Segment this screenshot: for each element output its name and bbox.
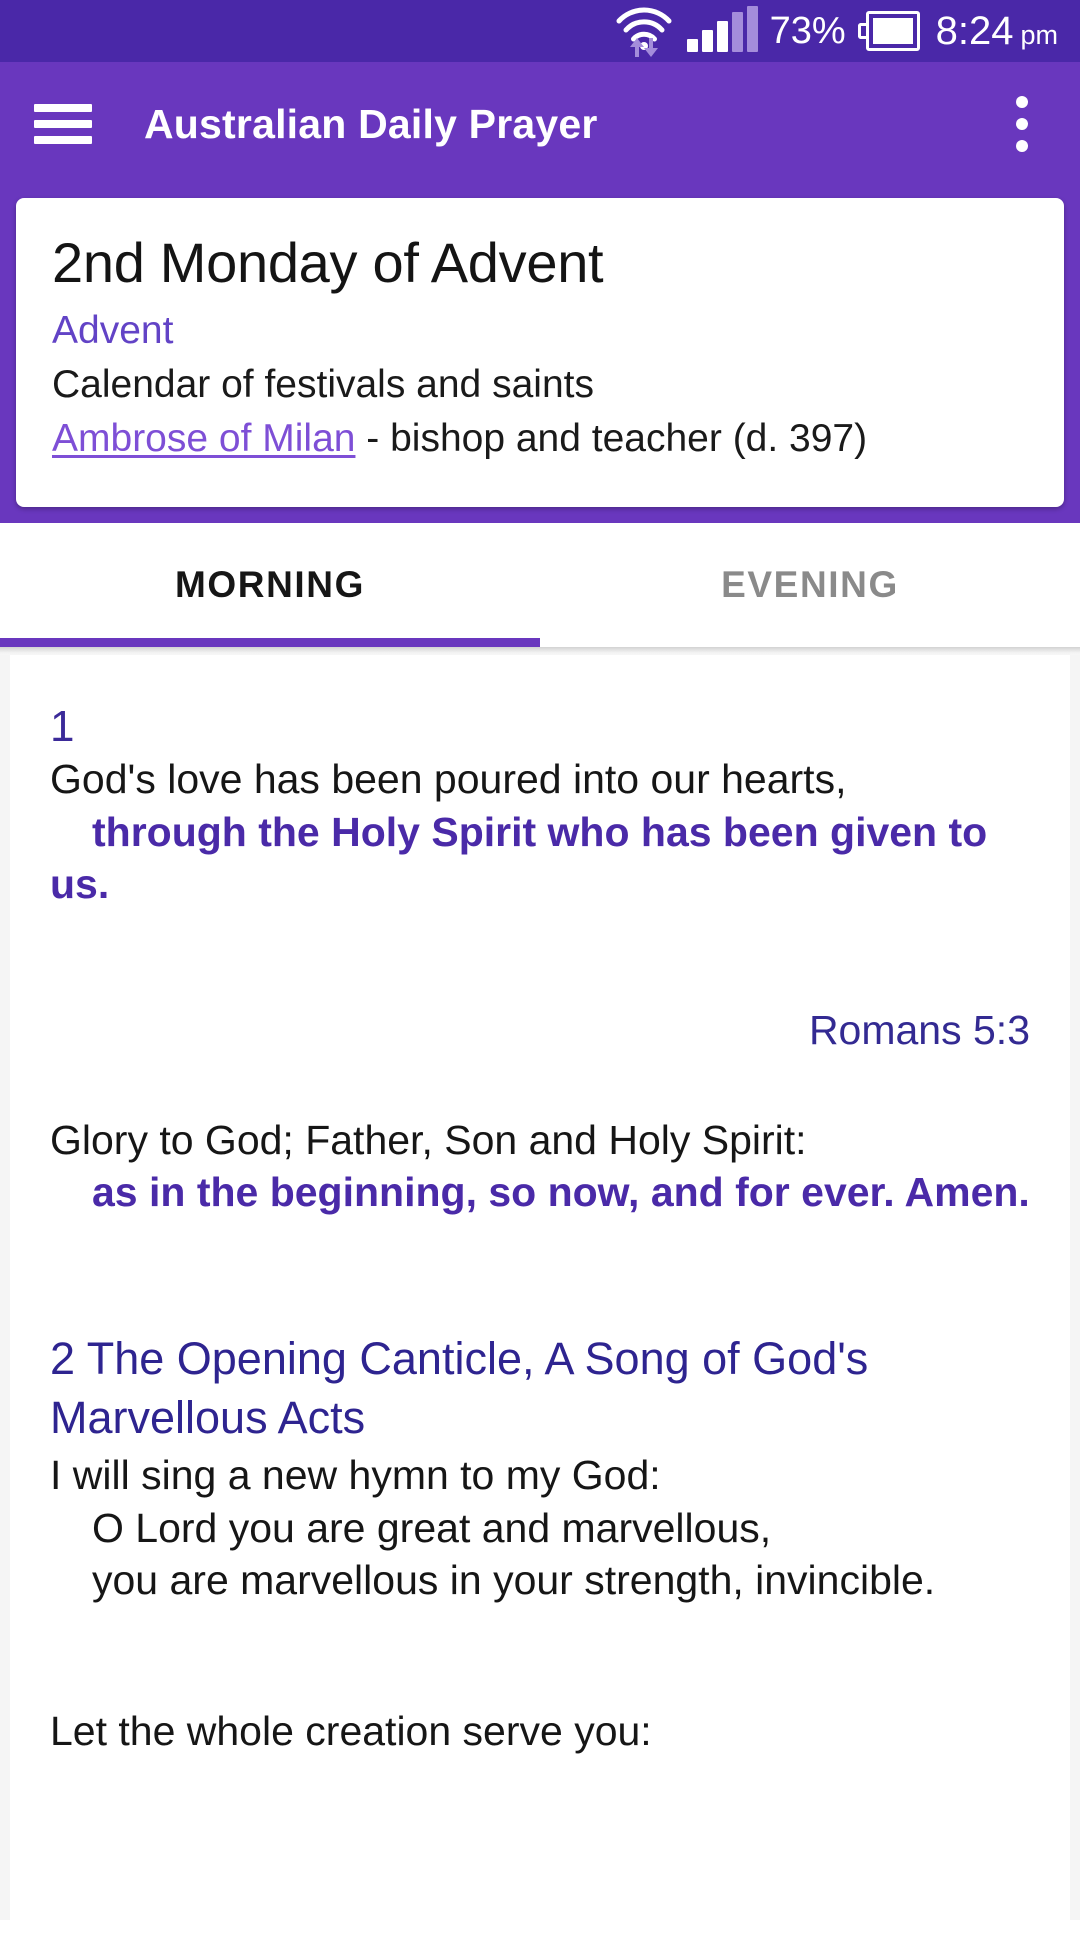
scripture-reference: Romans 5:3 xyxy=(808,1006,1030,1053)
header-card: 2nd Monday of Advent Advent Calendar of … xyxy=(16,198,1064,507)
battery-icon xyxy=(857,11,920,51)
gloria-response-line: as in the beginning, so now, and for eve… xyxy=(92,1168,1030,1215)
section-heading: 2 The Opening Canticle, A Song of God's … xyxy=(50,1333,869,1443)
clock-time: 8:24 xyxy=(935,8,1014,53)
saint-detail: - bishop and teacher (d. 397) xyxy=(355,416,868,460)
hamburger-menu-icon[interactable] xyxy=(30,98,96,150)
canticle-line-3: you are marvellous in your strength, inv… xyxy=(92,1557,936,1604)
canticle-line-1: I will sing a new hymn to my God: xyxy=(50,1452,661,1499)
saint-link[interactable]: Ambrose of Milan xyxy=(52,417,355,460)
prayer-content[interactable]: 1 God's love has been poured into our he… xyxy=(10,654,1070,1947)
saint-of-the-day: Ambrose of Milan - bishop and teacher (d… xyxy=(52,417,1028,461)
status-bar-clock: 8:24 pm xyxy=(936,9,1058,54)
app-bar: Australian Daily Prayer xyxy=(0,62,1080,186)
gloria-versicle-line: Glory to God; Father, Son and Holy Spiri… xyxy=(50,1116,807,1163)
canticle-line-4: Let the whole creation serve you: xyxy=(50,1707,652,1754)
wifi-icon xyxy=(613,5,675,57)
page-title: 2nd Monday of Advent xyxy=(52,231,604,294)
calendar-label: Calendar of festivals and saints xyxy=(52,362,594,406)
versicle-line: God's love has been poured into our hear… xyxy=(50,756,847,803)
battery-percentage: 73% xyxy=(769,9,846,52)
app-title: Australian Daily Prayer xyxy=(144,100,598,147)
tab-morning[interactable]: MORNING xyxy=(0,523,540,647)
response-line: through the Holy Spirit who has been giv… xyxy=(50,808,988,908)
status-bar-icons: 73% 8:24 pm xyxy=(613,5,1058,57)
app-screen: 73% 8:24 pm Australian Daily Prayer 2nd … xyxy=(0,0,1080,1947)
section-number: 1 xyxy=(50,701,75,751)
header-card-container: 2nd Monday of Advent Advent Calendar of … xyxy=(0,186,1080,523)
cell-signal-icon xyxy=(686,6,758,52)
tab-bar-shadow xyxy=(0,646,1080,655)
tab-bar: MORNING EVENING xyxy=(0,522,1080,647)
tab-evening[interactable]: EVENING xyxy=(540,523,1080,647)
clock-ampm: pm xyxy=(1020,19,1058,50)
canticle-line-2: O Lord you are great and marvellous, xyxy=(92,1504,772,1551)
overflow-menu-icon[interactable] xyxy=(994,89,1050,159)
tab-active-indicator xyxy=(0,637,540,647)
liturgical-season: Advent xyxy=(52,308,174,352)
status-bar: 73% 8:24 pm xyxy=(0,0,1080,62)
